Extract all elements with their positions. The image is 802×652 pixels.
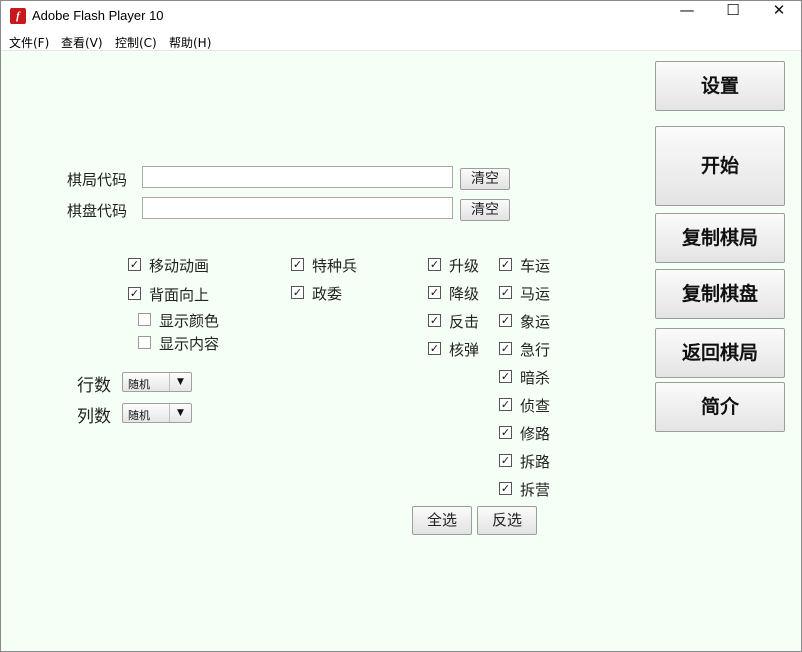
cols-select-value: 随机 — [128, 409, 150, 422]
menu-file[interactable]: 文件(F) — [9, 34, 49, 51]
menu-bar: 文件(F) 查看(V) 控制(C) 帮助(H) — [1, 31, 801, 51]
checkbox-box: ✓ — [428, 258, 441, 271]
checkbox-box: ✓ — [499, 482, 512, 495]
rows-label: 行数 — [77, 376, 111, 396]
checkbox-label: 显示颜色 — [159, 312, 220, 330]
checkbox-label: 车运 — [520, 257, 551, 275]
checkbox-label: 拆营 — [520, 481, 551, 499]
settings-button[interactable]: 设置 — [655, 61, 785, 111]
chevron-down-icon: ▼ — [169, 404, 191, 422]
checkbox-label: 象运 — [520, 313, 551, 331]
checkbox-label: 升级 — [449, 257, 480, 275]
game-settings-panel: 设置 开始 复制棋局 复制棋盘 返回棋局 简介 棋局代码 清空 棋盘代码 清空 … — [1, 52, 801, 651]
checkbox-label: 侦查 — [520, 397, 551, 415]
game-code-label: 棋局代码 — [67, 171, 128, 189]
checkbox-box: ✓ — [499, 370, 512, 383]
checkbox-box: ✓ — [428, 342, 441, 355]
title-bar: f Adobe Flash Player 10 — ☐ ✕ — [1, 1, 801, 31]
checkbox-label: 特种兵 — [312, 257, 358, 275]
checkbox-box: ✓ — [499, 314, 512, 327]
checkbox-label: 背面向上 — [149, 286, 210, 304]
start-button[interactable]: 开始 — [655, 126, 785, 206]
checkbox-box: ✓ — [499, 342, 512, 355]
checkbox-label: 核弹 — [449, 341, 480, 359]
checkbox-box: ✓ — [291, 258, 304, 271]
close-button[interactable]: ✕ — [756, 1, 802, 31]
cols-label: 列数 — [77, 407, 111, 427]
clear-board-code-button[interactable]: 清空 — [460, 199, 510, 221]
checkbox-label: 急行 — [520, 341, 551, 359]
checkbox-label: 马运 — [520, 285, 551, 303]
return-game-button[interactable]: 返回棋局 — [655, 328, 785, 378]
rows-select[interactable]: 随机 ▼ — [122, 372, 192, 392]
board-code-input[interactable] — [142, 197, 453, 219]
maximize-button[interactable]: ☐ — [710, 1, 756, 31]
checkbox-box: ✓ — [499, 426, 512, 439]
minimize-button[interactable]: — — [664, 1, 710, 31]
menu-view[interactable]: 查看(V) — [61, 34, 103, 51]
checkbox-label: 显示内容 — [159, 335, 220, 353]
checkbox-box: ✓ — [499, 286, 512, 299]
select-all-button[interactable]: 全选 — [412, 506, 472, 535]
checkbox-label: 拆路 — [520, 453, 551, 471]
checkbox-label: 降级 — [449, 285, 480, 303]
copy-board-button[interactable]: 复制棋盘 — [655, 269, 785, 319]
game-code-input[interactable] — [142, 166, 453, 188]
intro-button[interactable]: 简介 — [655, 382, 785, 432]
checkbox-label: 反击 — [449, 313, 480, 331]
invert-selection-button[interactable]: 反选 — [477, 506, 537, 535]
checkbox-box — [138, 336, 151, 349]
checkbox-box: ✓ — [291, 286, 304, 299]
checkbox-label: 修路 — [520, 425, 551, 443]
checkbox-box: ✓ — [428, 314, 441, 327]
checkbox-box: ✓ — [128, 258, 141, 271]
checkbox-label: 政委 — [312, 285, 343, 303]
rows-select-value: 随机 — [128, 378, 150, 391]
window-title: Adobe Flash Player 10 — [32, 8, 164, 23]
cols-select[interactable]: 随机 ▼ — [122, 403, 192, 423]
board-code-label: 棋盘代码 — [67, 202, 128, 220]
flash-player-window: f Adobe Flash Player 10 — ☐ ✕ 文件(F) 查看(V… — [0, 0, 802, 652]
clear-game-code-button[interactable]: 清空 — [460, 168, 510, 190]
checkbox-box: ✓ — [128, 287, 141, 300]
checkbox-label: 移动动画 — [149, 257, 210, 275]
checkbox-label: 暗杀 — [520, 369, 551, 387]
copy-game-button[interactable]: 复制棋局 — [655, 213, 785, 263]
checkbox-box: ✓ — [499, 398, 512, 411]
checkbox-box: ✓ — [499, 454, 512, 467]
checkbox-box: ✓ — [499, 258, 512, 271]
menu-help[interactable]: 帮助(H) — [169, 34, 211, 51]
checkbox-box — [138, 313, 151, 326]
checkbox-box: ✓ — [428, 286, 441, 299]
menu-control[interactable]: 控制(C) — [115, 34, 157, 51]
flash-player-icon: f — [10, 8, 26, 24]
chevron-down-icon: ▼ — [169, 373, 191, 391]
